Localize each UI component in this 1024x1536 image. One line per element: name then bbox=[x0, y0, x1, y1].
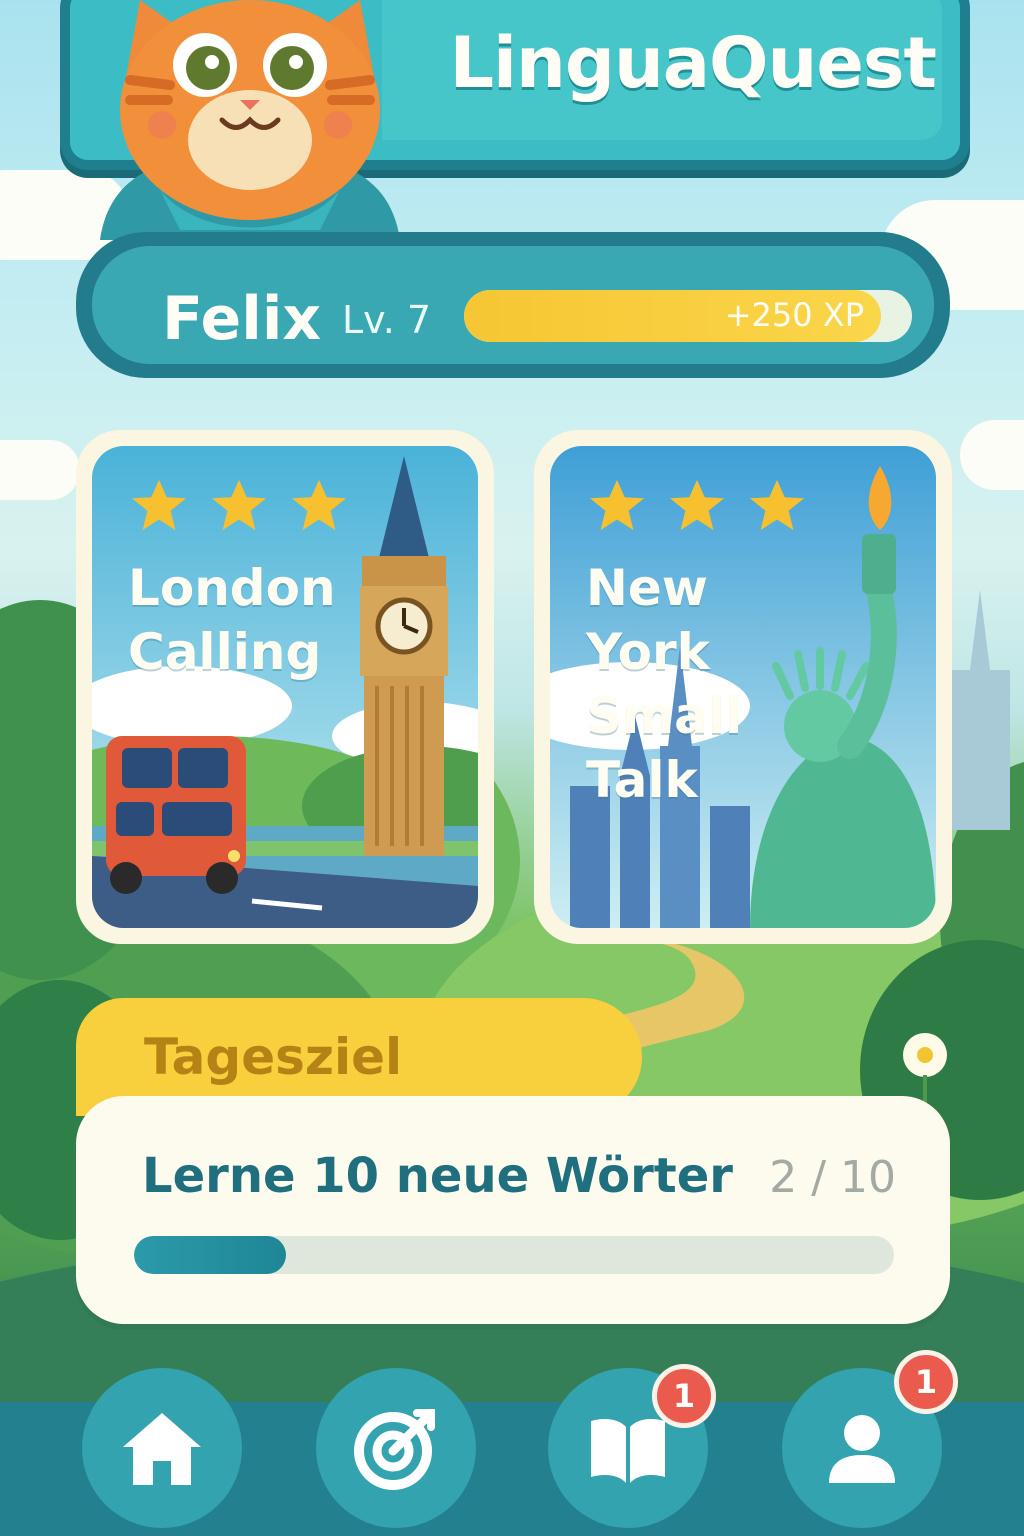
london-card-title: London Calling bbox=[128, 556, 388, 684]
star-icon bbox=[291, 479, 347, 531]
star-icon bbox=[589, 479, 645, 531]
new-york-card-title: New York Small Talk bbox=[586, 556, 846, 812]
lesson-card-new-york-art: New York Small Talk bbox=[550, 446, 936, 928]
nav-goals-button[interactable] bbox=[316, 1368, 476, 1528]
lesson-card-new-york[interactable]: New York Small Talk bbox=[534, 430, 952, 944]
new-york-title-line1: New York bbox=[586, 559, 710, 681]
daily-goal-text: Lerne 10 neue Wörter bbox=[142, 1148, 733, 1204]
star-icon bbox=[211, 479, 267, 531]
player-status-bar: Felix Lv. 7 +250 XP bbox=[76, 232, 950, 378]
player-name: Felix bbox=[162, 284, 322, 354]
app-title: LinguaQuest bbox=[449, 22, 937, 104]
lesson-card-london-art: London Calling bbox=[92, 446, 478, 928]
daily-goal-label: Tagesziel bbox=[144, 1028, 403, 1086]
daily-goal-card[interactable]: Lerne 10 neue Wörter 2 / 10 bbox=[76, 1096, 950, 1324]
star-icon bbox=[131, 479, 187, 531]
xp-progress-bar: +250 XP bbox=[464, 290, 912, 342]
lessons-notification-badge: 1 bbox=[652, 1364, 716, 1428]
daily-goal-progress-bar bbox=[134, 1236, 894, 1274]
lesson-card-london[interactable]: London Calling bbox=[76, 430, 494, 944]
player-level: Lv. 7 bbox=[342, 298, 432, 342]
nav-home-button[interactable] bbox=[82, 1368, 242, 1528]
star-icon bbox=[749, 479, 805, 531]
new-york-star-rating bbox=[588, 476, 806, 534]
new-york-title-line2: Small Talk bbox=[586, 687, 743, 809]
london-title-line2: Calling bbox=[128, 623, 322, 681]
london-title-line1: London bbox=[128, 559, 336, 617]
profile-notification-badge: 1 bbox=[894, 1350, 958, 1414]
london-star-rating bbox=[130, 476, 348, 534]
home-icon bbox=[123, 1413, 201, 1485]
daily-goal-progress-fill bbox=[134, 1236, 286, 1274]
target-icon bbox=[354, 1409, 435, 1490]
star-icon bbox=[669, 479, 725, 531]
xp-label: +250 XP bbox=[724, 296, 864, 334]
player-status-panel: Felix Lv. 7 +250 XP bbox=[92, 246, 934, 364]
cat-mascot-avatar bbox=[100, 0, 400, 240]
daily-goal-count: 2 / 10 bbox=[769, 1152, 896, 1203]
profile-icon bbox=[829, 1415, 895, 1483]
